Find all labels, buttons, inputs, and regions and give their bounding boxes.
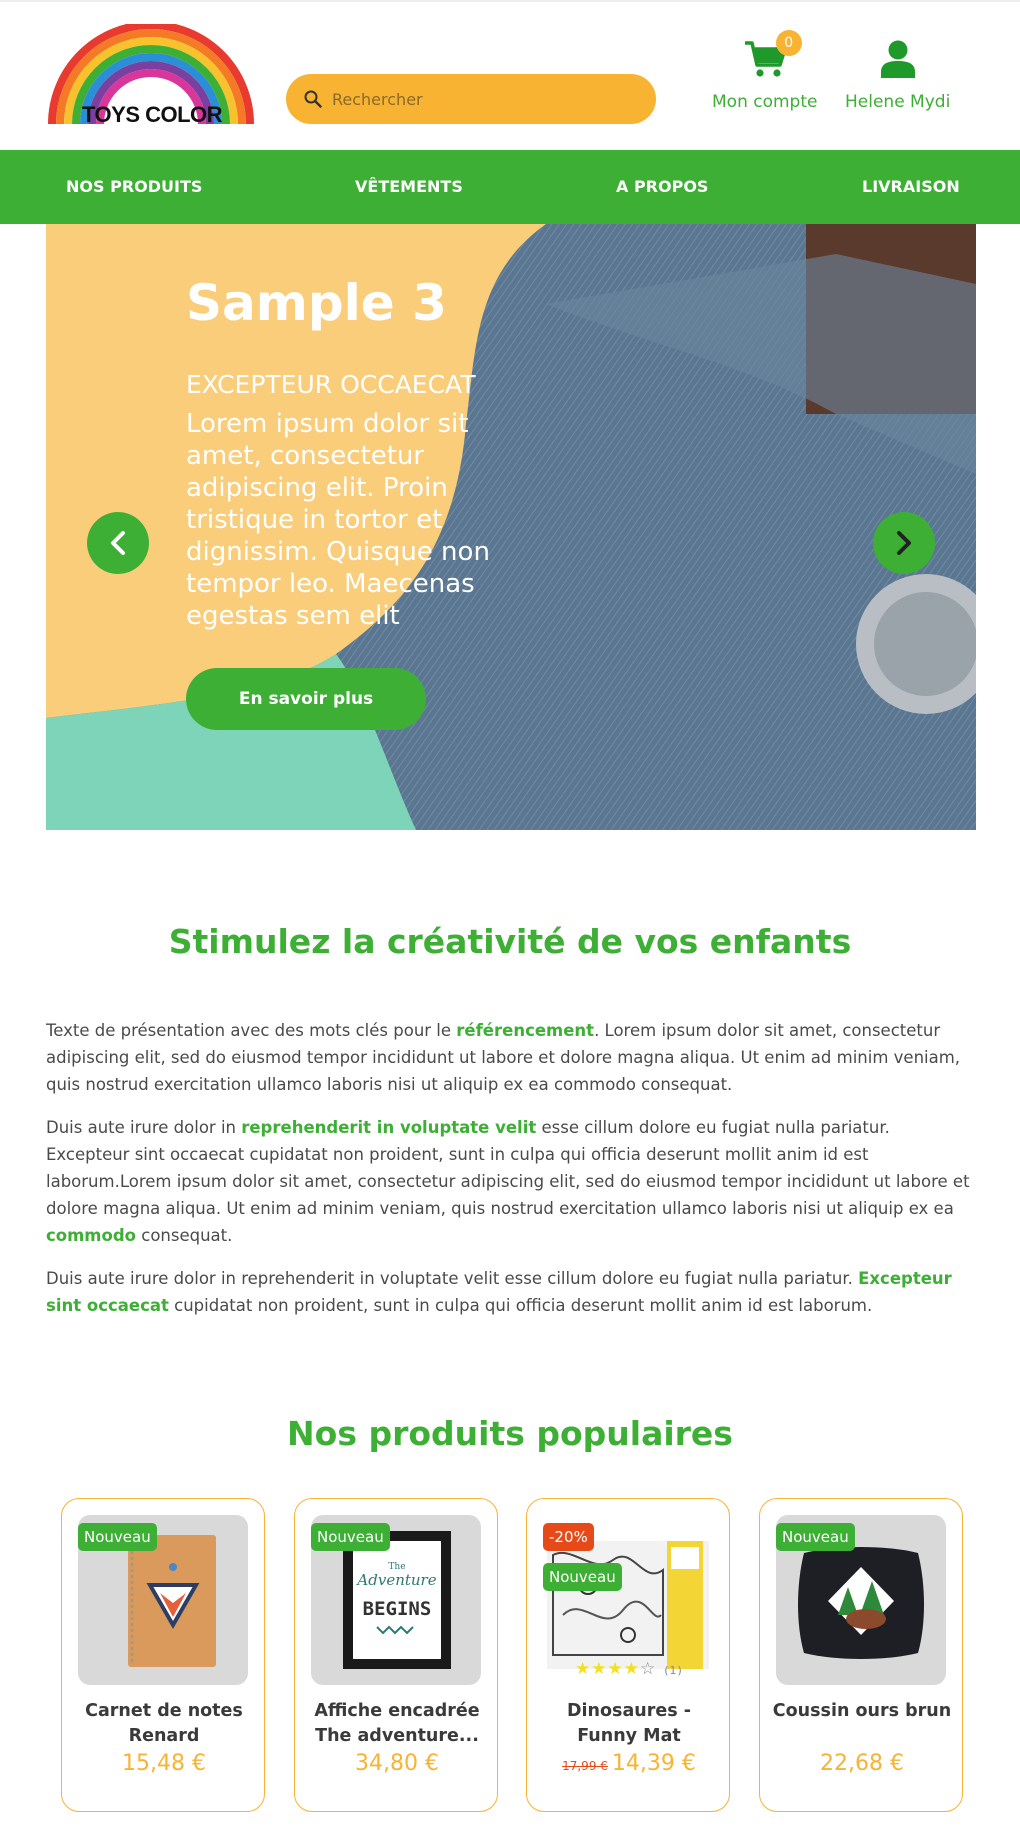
new-badge: Nouveau: [543, 1563, 622, 1591]
intro-paragraph: Duis aute irure dolor in reprehenderit i…: [46, 1265, 976, 1319]
product-price: 22,68 €: [820, 1751, 904, 1776]
slider-prev-button[interactable]: [87, 512, 149, 574]
new-badge: Nouveau: [311, 1523, 390, 1551]
search-icon: [304, 90, 322, 108]
text: Texte de présentation avec des mots clés…: [46, 1021, 457, 1040]
text: cupidatat non proident, sunt in culpa qu…: [168, 1296, 873, 1315]
product-price: 15,48 €: [122, 1751, 206, 1776]
new-badge: Nouveau: [776, 1523, 855, 1551]
product-name: Affiche encadrée The adventure...: [314, 1701, 480, 1746]
nav-item-clothing[interactable]: VÊTEMENTS: [355, 150, 463, 224]
intro-title: Stimulez la créativité de vos enfants: [168, 922, 852, 961]
search-input[interactable]: [332, 89, 632, 109]
keyword-link[interactable]: commodo: [46, 1226, 136, 1245]
user-name-label: Helene Mydi: [845, 92, 951, 112]
site-header: TOYS COLOR 0 Mon compte Helene Mydi: [0, 0, 1020, 150]
intro-text: Texte de présentation avec des mots clés…: [46, 1017, 976, 1335]
product-card[interactable]: Nouveau Coussin ours brun 22,68 €: [759, 1498, 963, 1812]
intro-paragraph: Duis aute irure dolor in reprehenderit i…: [46, 1114, 976, 1249]
chevron-right-icon: [897, 531, 911, 555]
hero-slider: Sample 3 EXCEPTEUR OCCAECAT Lorem ipsum …: [46, 224, 976, 830]
user-profile-link[interactable]: Helene Mydi: [845, 40, 950, 112]
text: Duis aute irure dolor in: [46, 1118, 242, 1137]
product-name: Dinosaures - Funny Mat: [567, 1701, 691, 1746]
account-label: Mon compte: [712, 92, 818, 112]
star-empty-icon: ☆: [639, 1659, 657, 1679]
nav-item-products[interactable]: NOS PRODUITS: [66, 150, 202, 224]
nav-item-about[interactable]: A PROPOS: [616, 150, 708, 224]
text: Duis aute irure dolor in reprehenderit i…: [46, 1269, 859, 1288]
logo-text: TOYS COLOR: [82, 102, 223, 127]
product-rating: ★★★★☆ (1): [575, 1659, 683, 1679]
text: consequat.: [136, 1226, 233, 1245]
product-name: Coussin ours brun: [772, 1701, 952, 1721]
brand-logo[interactable]: TOYS COLOR: [46, 24, 256, 128]
product-name: Carnet de notes Renard: [85, 1701, 243, 1746]
keyword-link[interactable]: référencement: [456, 1021, 594, 1040]
hero-body-text: Lorem ipsum dolor sit amet, consectetur …: [186, 409, 490, 631]
rating-count: (1): [664, 1664, 683, 1677]
product-card[interactable]: Nouveau Carnet de notes Renard 15,48 €: [61, 1498, 265, 1812]
hero-title: Sample 3: [186, 274, 447, 332]
product-price: 34,80 €: [355, 1751, 439, 1776]
discount-badge: -20%: [543, 1523, 594, 1551]
main-nav: NOS PRODUITS VÊTEMENTS A PROPOS LIVRAISO…: [0, 150, 1020, 224]
chevron-left-icon: [111, 531, 125, 555]
poster-text: Adventure: [355, 1571, 436, 1589]
product-old-price: 17,99 €: [562, 1759, 608, 1773]
intro-paragraph: Texte de présentation avec des mots clés…: [46, 1017, 976, 1098]
user-icon: [880, 40, 915, 78]
product-price-block: 17,99 €14,39 €: [527, 1751, 731, 1776]
product-card[interactable]: -20% Nouveau ★★★★☆ (1) Dinosaures - Funny…: [526, 1498, 730, 1812]
product-price: 14,39 €: [611, 1751, 696, 1776]
new-badge: Nouveau: [78, 1523, 157, 1551]
nav-item-delivery[interactable]: LIVRAISON: [862, 150, 960, 224]
popular-products-title: Nos produits populaires: [287, 1414, 733, 1453]
keyword-link[interactable]: reprehenderit in voluptate velit: [241, 1118, 536, 1137]
cart-account-link[interactable]: 0 Mon compte: [712, 30, 818, 112]
cart-count-badge: 0: [775, 30, 802, 56]
poster-text: BEGINS: [363, 1598, 432, 1620]
star-full-icon: ★★★★: [575, 1659, 640, 1679]
hero-subtitle: EXCEPTEUR OCCAECAT: [186, 370, 476, 399]
slider-next-button[interactable]: [873, 512, 935, 574]
cart-icon-wrap: 0: [744, 30, 802, 78]
product-card[interactable]: The Adventure BEGINS Nouveau Affiche enc…: [294, 1498, 498, 1812]
search-bar[interactable]: [286, 74, 656, 124]
learn-more-button[interactable]: En savoir plus: [186, 668, 426, 730]
